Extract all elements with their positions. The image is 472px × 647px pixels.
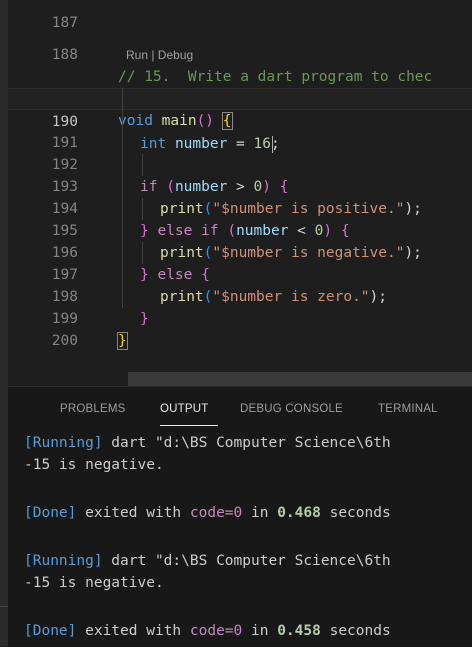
code-line-198: 198 } (8, 264, 472, 327)
line-number: 200 (51, 333, 78, 349)
output-line: [Running] dart "d:\BS Computer Science\6… (24, 553, 391, 569)
output-line: [Running] dart "d:\BS Computer Science\6… (24, 435, 391, 451)
code-line-188: 188 // 15. Write a dart program to chec (8, 22, 472, 85)
code-line-199: 199 } (8, 286, 472, 350)
line-number: 188 (51, 47, 78, 63)
code-line-197: 197 print("$number is zero."); (8, 242, 472, 305)
matched-bracket: } (117, 332, 128, 350)
code-line-192: 192 if (number > 0) { (8, 132, 472, 195)
indent-guide (142, 242, 143, 264)
tab-output[interactable]: OUTPUT (160, 403, 208, 415)
code-line-189: 189 void main() { (8, 66, 472, 130)
bottom-panel: PROBLEMS OUTPUT DEBUG CONSOLE TERMINAL [… (8, 386, 472, 647)
code-line-194: 194 } else if (number < 0) { (8, 176, 472, 239)
tab-problems[interactable]: PROBLEMS (60, 403, 126, 415)
output-line: -15 is negative. (24, 457, 164, 473)
activity-bar-strip (0, 0, 8, 646)
output-line: -15 is negative. (24, 575, 164, 591)
codelens-run-debug[interactable]: Run | Debug (126, 48, 193, 62)
tab-debug-console[interactable]: DEBUG CONSOLE (240, 403, 343, 415)
code-editor[interactable]: 187 188 // 15. Write a dart program to c… (8, 0, 472, 386)
horizontal-scrollbar[interactable] (128, 372, 472, 386)
tab-terminal[interactable]: TERMINAL (378, 403, 438, 415)
code-line-190-current: 190 int number = 16; (8, 88, 472, 153)
code-line-187: 187 (8, 0, 472, 31)
code-line-196: 196 } else { (8, 220, 472, 283)
code-line-195: 195 print("$number is negative."); (8, 198, 472, 261)
indent-guide (142, 154, 143, 176)
code-line-193: 193 print("$number is positive."); (8, 154, 472, 217)
output-line: [Done] exited with code=0 in 0.458 secon… (24, 623, 391, 639)
panel-tabs: PROBLEMS OUTPUT DEBUG CONSOLE TERMINAL (8, 387, 472, 433)
indent-guide (142, 198, 143, 220)
sidebar-divider (0, 606, 8, 607)
active-tab-indicator (160, 425, 218, 426)
indent-guide (122, 88, 123, 308)
code-line-191: 191 (8, 110, 472, 151)
code-line-200: 200 (8, 308, 472, 349)
output-line: [Done] exited with code=0 in 0.468 secon… (24, 505, 391, 521)
